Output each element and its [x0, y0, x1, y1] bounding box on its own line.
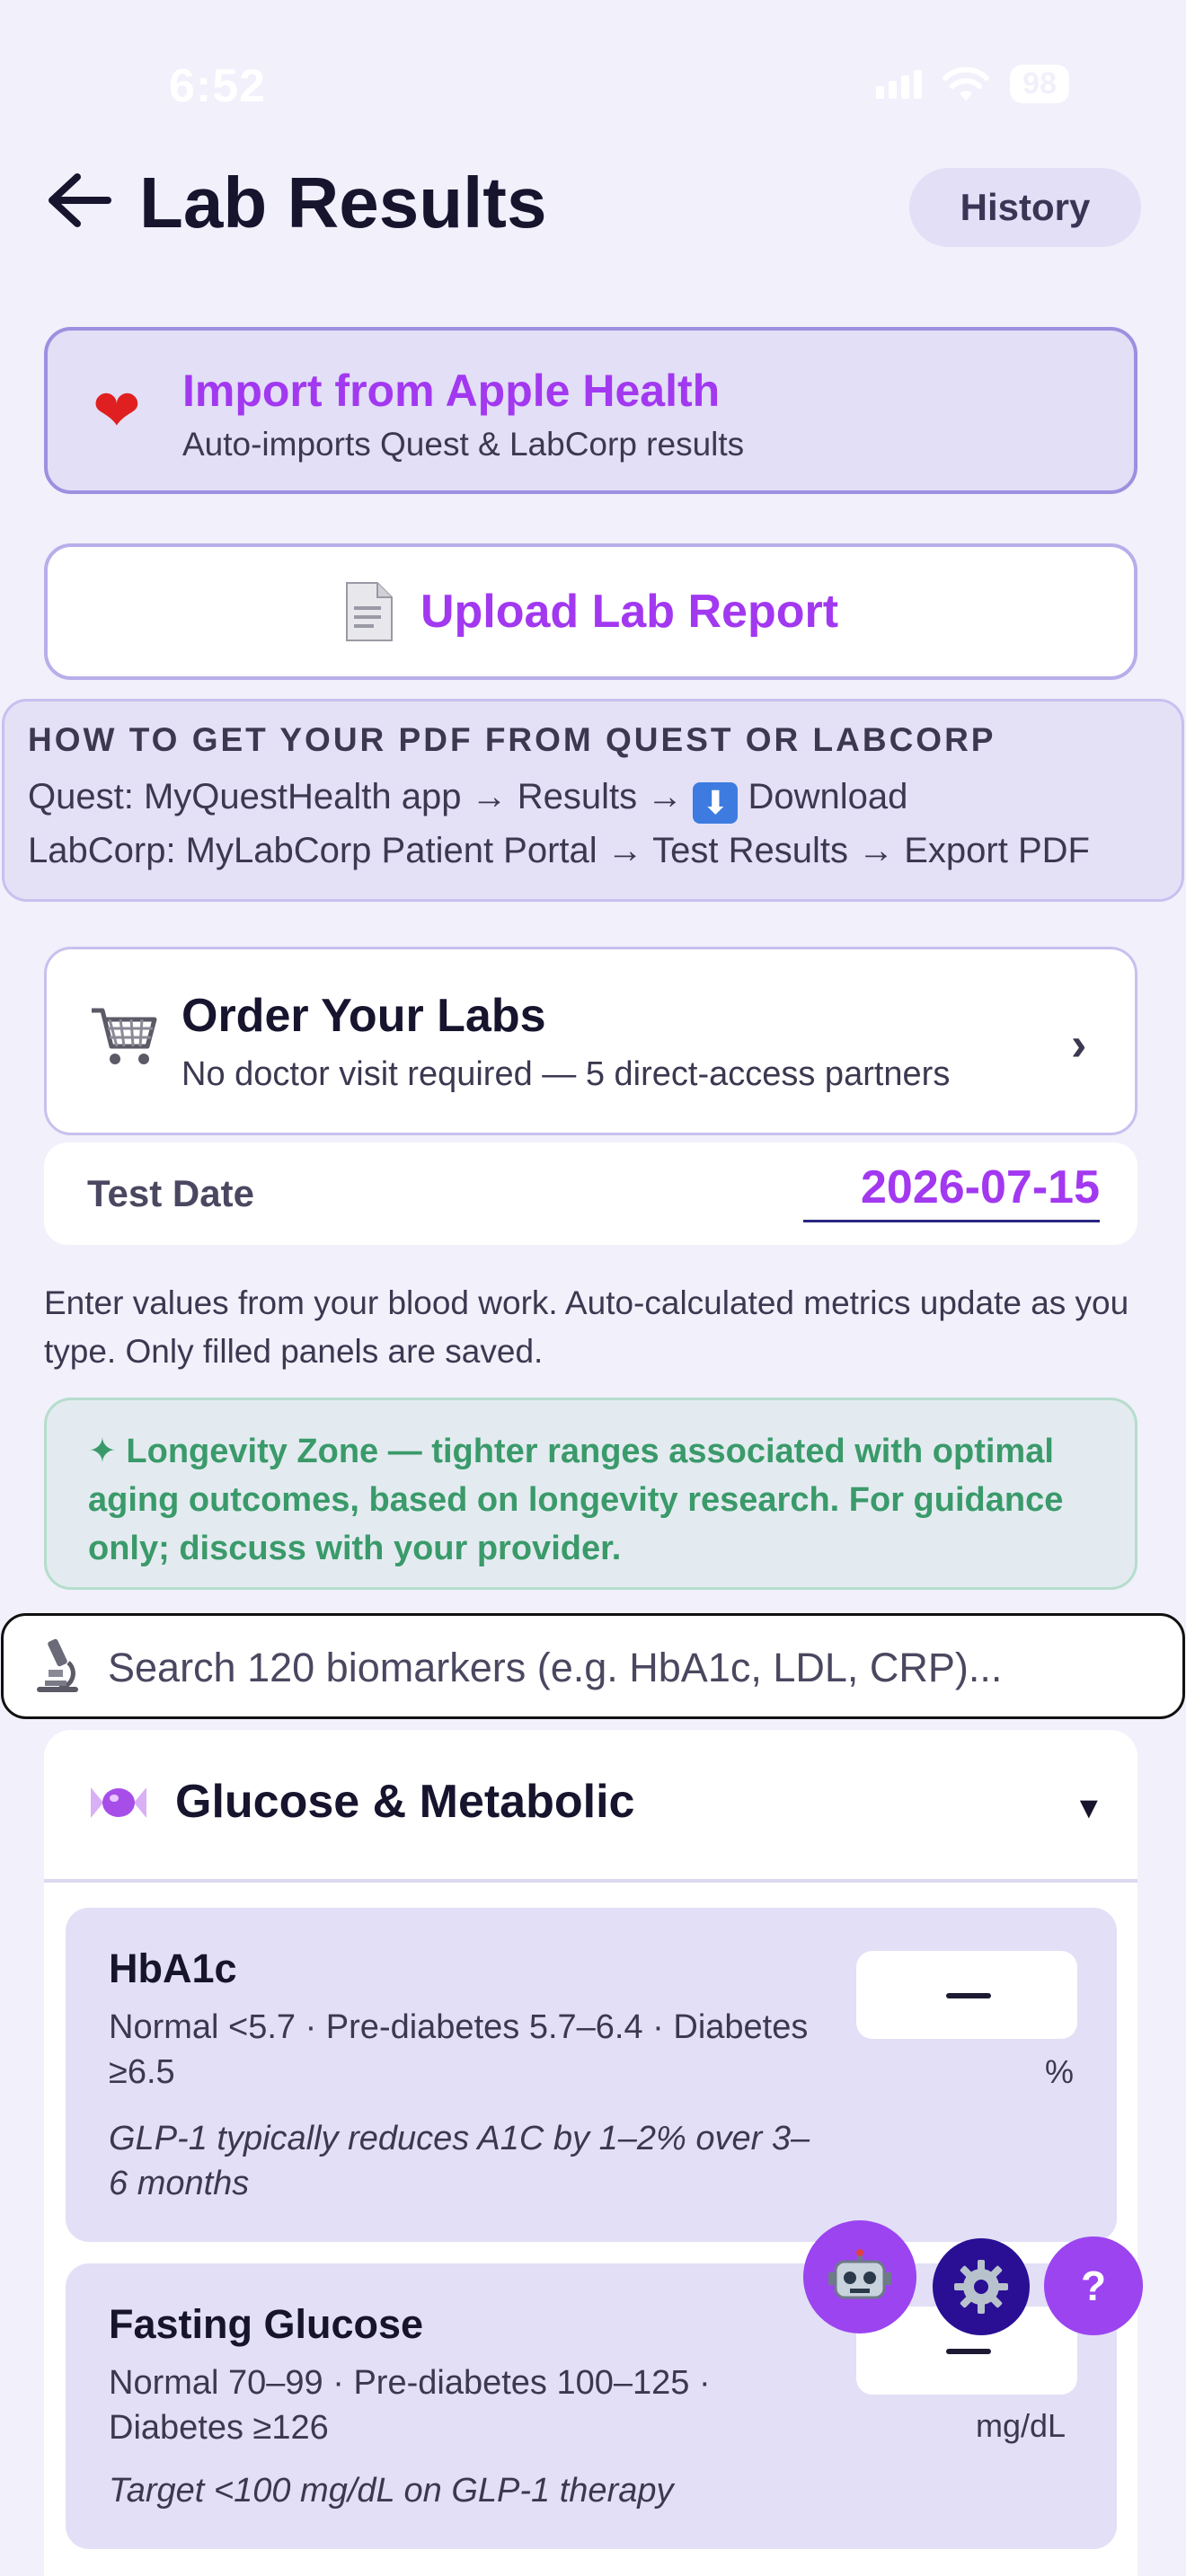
ai-assistant-button[interactable] [803, 2220, 916, 2333]
import-title: Import from Apple Health [182, 366, 721, 416]
chevron-right-icon: › [1071, 1019, 1087, 1071]
howto-title: HOW TO GET YOUR PDF FROM QUEST OR LABCOR… [28, 721, 996, 758]
order-labs-subtitle: No doctor visit required — 5 direct-acce… [181, 1055, 951, 1093]
order-labs-card[interactable]: Order Your Labs No doctor visit required… [44, 947, 1137, 1135]
status-icons: 98 [876, 65, 1069, 103]
instructions-text: Enter values from your blood work. Auto-… [44, 1284, 1129, 1370]
test-date-input[interactable]: 2026-07-15 [803, 1160, 1100, 1222]
biomarker-name: Fasting Glucose [109, 2301, 424, 2347]
howto-labcorp-line: LabCorp: MyLabCorp Patient Portal → Test… [28, 831, 1090, 870]
signal-icon [876, 69, 923, 99]
biomarker-unit: % [1045, 2053, 1075, 2090]
help-button[interactable]: ? [1044, 2236, 1143, 2335]
glucose-metabolic-section: Glucose & Metabolic ▼ HbA1c Normal <5.7 … [44, 1730, 1137, 2576]
cart-icon [92, 1008, 157, 1064]
section-title[interactable]: Glucose & Metabolic [175, 1775, 634, 1829]
import-subtitle: Auto-imports Quest & LabCorp results [182, 426, 745, 463]
test-date-row: Test Date 2026-07-15 [44, 1142, 1137, 1245]
howto-quest-line: Quest: MyQuestHealth app → Results → ⬇ D… [28, 777, 907, 824]
heart-icon: ❤ [93, 378, 141, 443]
howto-panel: HOW TO GET YOUR PDF FROM QUEST OR LABCOR… [2, 699, 1184, 902]
biomarker-unit: mg/dL [976, 2407, 1067, 2444]
biomarker-name: HbA1c [109, 1945, 237, 1991]
biomarker-note: GLP-1 typically reduces A1C by 1–2% over… [109, 2120, 810, 2202]
biomarker-range: Normal <5.7 · Pre-diabetes 5.7–6.4 · Dia… [109, 2008, 809, 2091]
status-time: 6:52 [169, 60, 267, 112]
battery-indicator: 98 [1010, 65, 1069, 103]
dropdown-icon[interactable]: ▼ [1074, 1791, 1104, 1826]
import-apple-health-card[interactable]: ❤ Import from Apple Health Auto-imports … [44, 327, 1137, 494]
download-icon: ⬇ [693, 782, 739, 824]
biomarker-value-input[interactable] [856, 1951, 1077, 2039]
history-button[interactable]: History [909, 168, 1141, 247]
biomarker-note: Target <100 mg/dL on GLP-1 therapy [109, 2472, 674, 2510]
upload-lab-report-button[interactable]: Upload Lab Report [44, 543, 1137, 680]
biomarker-range: Normal 70–99 · Pre-diabetes 100–125 · Di… [109, 2364, 711, 2447]
test-date-label: Test Date [87, 1172, 254, 1214]
page-title: Lab Results [139, 163, 547, 243]
help-icon: ? [1080, 2263, 1107, 2309]
upload-label: Upload Lab Report [420, 586, 839, 638]
howto-quest-download: Download [748, 777, 908, 816]
microscope-icon [37, 1638, 78, 1692]
settings-button[interactable] [933, 2238, 1030, 2335]
longevity-zone-note: ✦ Longevity Zone — tighter ranges associ… [44, 1398, 1137, 1590]
biomarker-search-bar[interactable] [1, 1613, 1185, 1719]
gear-icon [954, 2260, 1008, 2314]
search-input[interactable] [106, 1636, 1170, 1700]
section-divider [44, 1879, 1137, 1883]
biomarker-card: HbA1c Normal <5.7 · Pre-diabetes 5.7–6.4… [66, 1908, 1117, 2242]
wifi-icon [943, 66, 990, 101]
candy-icon [87, 1778, 150, 1837]
order-labs-title: Order Your Labs [181, 990, 546, 1042]
howto-quest-text: Quest: MyQuestHealth app → Results → [28, 777, 684, 816]
back-arrow-icon[interactable] [45, 171, 112, 230]
document-icon [345, 582, 393, 641]
robot-icon [828, 2249, 891, 2299]
